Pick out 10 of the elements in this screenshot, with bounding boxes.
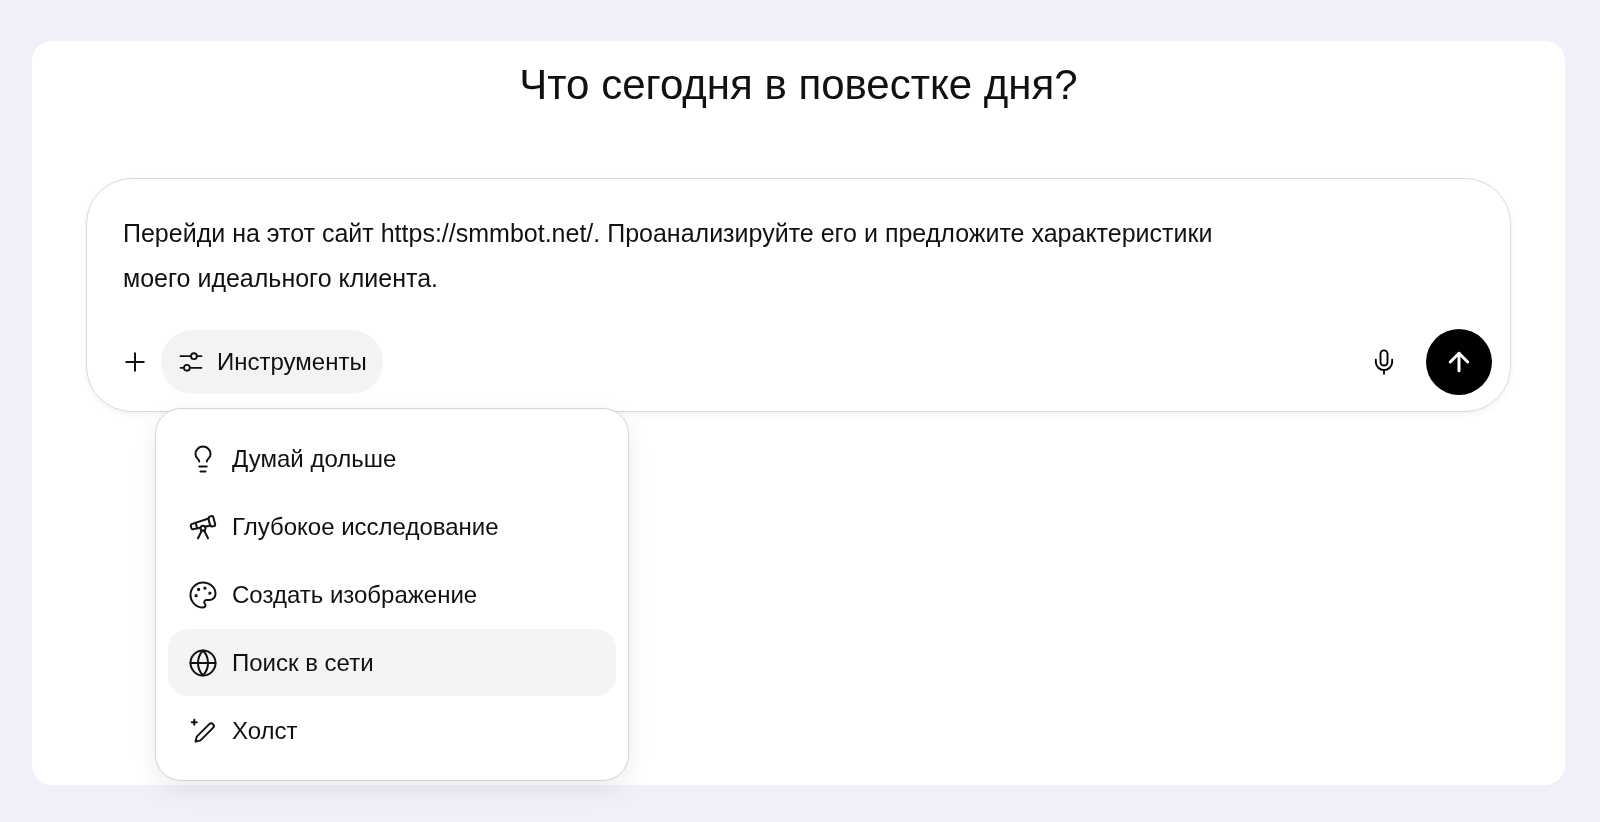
menu-item[interactable]: Поиск в сети [168,629,616,696]
page-heading: Что сегодня в повестке дня? [519,60,1078,110]
palette-icon [188,579,218,610]
tools-button[interactable]: Инструменты [161,330,383,394]
menu-item[interactable]: Создать изображение [168,561,616,628]
menu-item[interactable]: Холст [168,697,616,764]
menu-item[interactable]: Думай дольше [168,425,616,492]
globe-icon [188,647,218,678]
menu-item[interactable]: Глубокое исследование [168,493,616,560]
message-input[interactable]: Перейди на этот сайт https://smmbot.net/. Проанализируйте его и предложите характеристики моего идеального клиента. [123,211,1273,301]
